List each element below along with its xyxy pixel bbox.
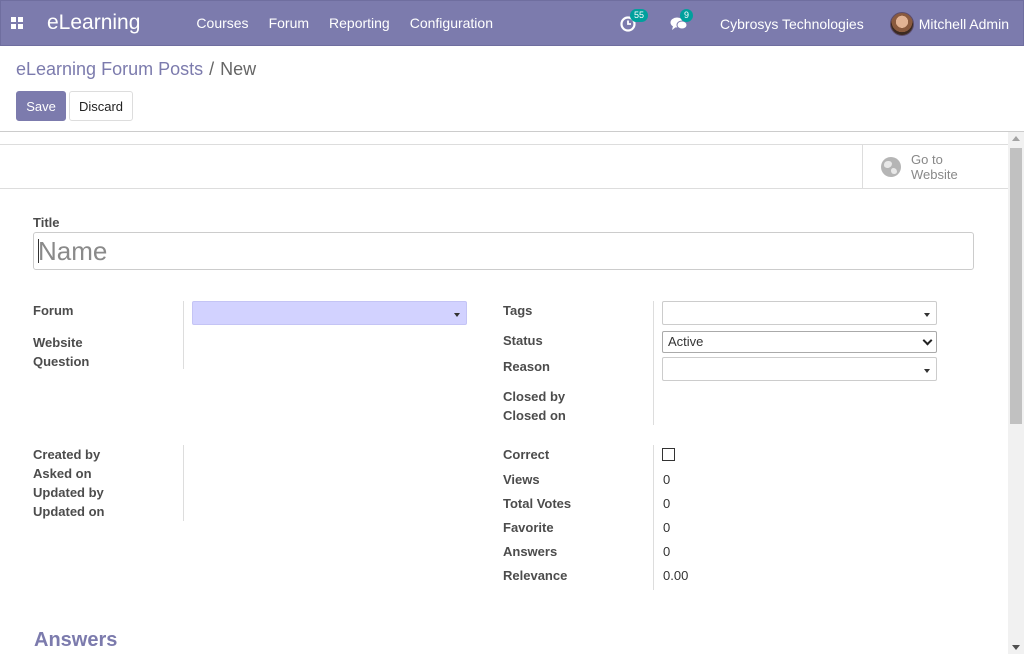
right-group-divider: [653, 301, 654, 425]
answers-label: Answers: [503, 544, 558, 559]
chevron-down-icon: [922, 335, 933, 346]
activity-menu[interactable]: 55: [620, 9, 649, 32]
scrollbar-thumb[interactable]: [1010, 148, 1022, 424]
save-button[interactable]: Save: [16, 91, 66, 121]
user-name: Mitchell Admin: [918, 16, 1009, 32]
right-group2-divider: [653, 445, 654, 590]
menu-courses[interactable]: Courses: [196, 15, 248, 31]
menu-configuration[interactable]: Configuration: [410, 15, 493, 31]
scroll-down-arrow-icon[interactable]: [1012, 645, 1020, 650]
forum-label: Forum: [33, 303, 74, 318]
updated-on-label: Updated on: [33, 504, 105, 519]
main-navbar: eLearning Courses Forum Reporting Config…: [0, 0, 1024, 46]
company-switcher[interactable]: Cybrosys Technologies: [720, 16, 864, 32]
discard-button[interactable]: Discard: [69, 91, 133, 121]
relevance-value: 0.00: [663, 568, 689, 583]
reason-field[interactable]: [662, 357, 937, 381]
total-votes-value: 0: [663, 496, 671, 511]
menu-reporting[interactable]: Reporting: [329, 15, 390, 31]
breadcrumb-parent[interactable]: eLearning Forum Posts: [16, 59, 203, 79]
created-by-label: Created by: [33, 447, 101, 462]
breadcrumb-current: New: [220, 59, 257, 79]
answers-section-title: Answers: [34, 629, 118, 651]
messages-badge: 9: [680, 9, 694, 22]
form-view: Go to Website Title Forum Website Questi…: [0, 132, 1008, 654]
favorite-value: 0: [663, 520, 671, 535]
reason-dropdown-caret-icon: [924, 369, 930, 373]
menu-forum[interactable]: Forum: [269, 15, 309, 31]
views-value: 0: [663, 472, 671, 487]
forum-dropdown-caret-icon: [454, 313, 460, 317]
total-votes-label: Total Votes: [503, 496, 572, 511]
correct-label: Correct: [503, 447, 550, 462]
activity-badge: 55: [630, 9, 649, 22]
relevance-label: Relevance: [503, 568, 568, 583]
status-value: Active: [668, 334, 704, 349]
vertical-scrollbar[interactable]: [1008, 132, 1024, 654]
text-cursor: [38, 239, 39, 263]
website-question-label: Website Question: [33, 335, 90, 369]
title-input[interactable]: [33, 232, 974, 270]
status-label: Status: [503, 333, 543, 348]
user-menu[interactable]: Mitchell Admin: [889, 12, 1009, 36]
closed-on-label: Closed on: [503, 408, 566, 423]
correct-checkbox[interactable]: [662, 448, 675, 461]
go-to-website-button[interactable]: Go to Website: [862, 145, 1008, 189]
tags-dropdown-caret-icon: [924, 313, 930, 317]
asked-on-label: Asked on: [33, 466, 92, 481]
status-select[interactable]: Active: [662, 331, 937, 353]
messaging-menu[interactable]: 9: [670, 9, 694, 32]
answers-value: 0: [663, 544, 671, 559]
views-label: Views: [503, 472, 540, 487]
left-group2-divider: [183, 445, 184, 521]
breadcrumb-separator: /: [209, 59, 215, 79]
breadcrumb: eLearning Forum Posts / New: [16, 59, 256, 80]
button-box: Go to Website: [0, 144, 1008, 189]
app-brand[interactable]: eLearning: [47, 11, 140, 35]
tags-field[interactable]: [662, 301, 937, 325]
tags-label: Tags: [503, 303, 533, 318]
scroll-up-arrow-icon[interactable]: [1012, 136, 1020, 141]
forum-field[interactable]: [192, 301, 467, 325]
reason-label: Reason: [503, 359, 550, 374]
user-avatar: [889, 12, 914, 36]
updated-by-label: Updated by: [33, 485, 104, 500]
apps-grid-icon[interactable]: [11, 17, 25, 29]
go-to-website-label: Go to Website: [911, 152, 958, 182]
title-label: Title: [33, 215, 60, 230]
closed-by-label: Closed by: [503, 389, 566, 404]
globe-icon: [881, 157, 901, 177]
left-group-divider: [183, 301, 184, 369]
favorite-label: Favorite: [503, 520, 554, 535]
